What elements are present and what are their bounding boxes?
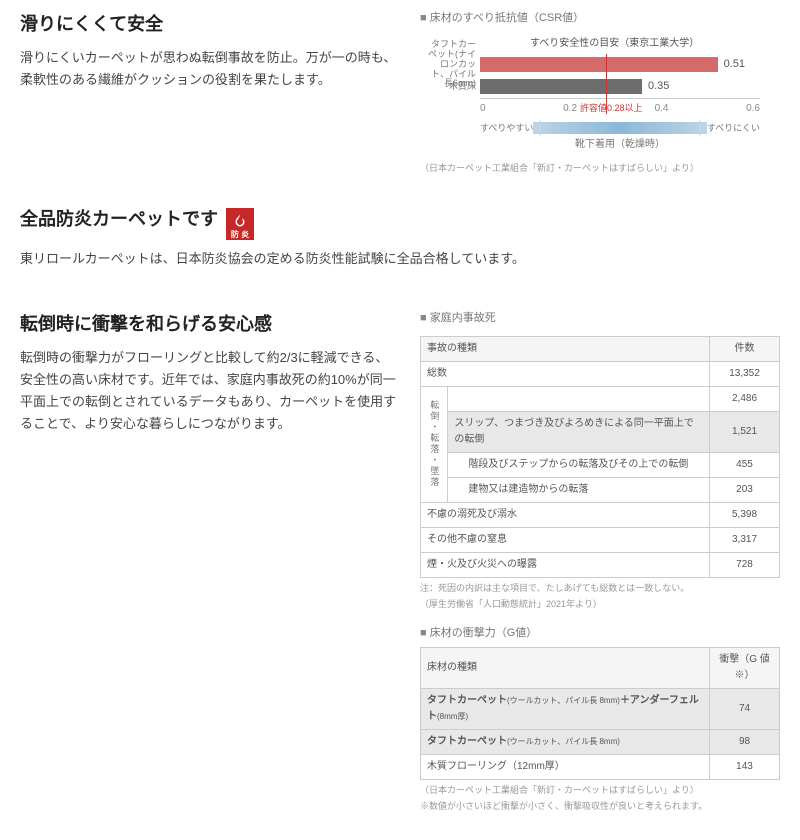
t2r1s3: (8mm厚) bbox=[437, 712, 468, 721]
r8b: 728 bbox=[710, 552, 780, 577]
table-row: 階段及びステップからの転落及びその上での転倒455 bbox=[421, 452, 780, 477]
bar-track-0: 0.51 bbox=[480, 57, 760, 72]
section1-text: 滑りにくくて安全 滑りにくいカーペットが思わぬ転倒事故を防止。万が一の時も、柔軟… bbox=[20, 10, 400, 175]
t2r2a: タフトカーペット bbox=[427, 736, 507, 747]
t1-h2: 件数 bbox=[710, 336, 780, 361]
t2r3a: 木質フローリング（12mm厚） bbox=[421, 754, 710, 779]
r2a bbox=[448, 386, 710, 411]
rotate-label: 転倒・転落・墜落 bbox=[421, 386, 448, 502]
r3b: 1,521 bbox=[710, 411, 780, 452]
arrow-caption: 靴下着用（乾燥時） bbox=[480, 137, 760, 153]
s3-tables: 家庭内事故死 事故の種類件数 総数13,352 転倒・転落・墜落2,486 スリ… bbox=[420, 310, 780, 813]
t2r1a: タフトカーペット bbox=[427, 695, 507, 706]
tick-1: 0.2 bbox=[563, 101, 577, 117]
bar-fill-carpet bbox=[480, 57, 718, 72]
csr-chart: 床材のすべり抵抗値（CSR値） すべり安全性の目安（東京工業大学） タフトカーペ… bbox=[420, 10, 780, 175]
r1a: 総数 bbox=[421, 361, 710, 386]
t2h2: 衝撃（G 値※） bbox=[710, 647, 780, 688]
table-row: 不慮の溺死及び溺水5,398 bbox=[421, 502, 780, 527]
table-row: 木質フローリング（12mm厚）143 bbox=[421, 754, 780, 779]
r2b: 2,486 bbox=[710, 386, 780, 411]
s3-text: 転倒時に衝撃を和らげる安心感 転倒時の衝撃力がフローリングと比較して約2/3に軽… bbox=[20, 310, 400, 813]
threshold-text: 許容値0.28以上 bbox=[580, 101, 643, 115]
bar-label-1: 木質床 bbox=[425, 82, 480, 92]
fire-icon-text: 防 炎 bbox=[231, 231, 249, 240]
flame-icon bbox=[231, 213, 249, 231]
t1-note1: 注：死因の内訳は主な項目で、たしあげても総数とは一致しない。 bbox=[420, 582, 780, 595]
s1-title: 滑りにくくて安全 bbox=[20, 10, 400, 39]
section-fire-resistant: 全品防炎カーペットです 防 炎 東リロールカーペットは、日本防炎協会の定める防炎… bbox=[20, 205, 780, 270]
s2-title: 全品防炎カーペットです bbox=[20, 205, 218, 234]
t2-header-row: 床材の種類衝撃（G 値※） bbox=[421, 647, 780, 688]
table-row: 煙・火及び火災への曝露728 bbox=[421, 552, 780, 577]
t1-note2: （厚生労働省「人口動態統計」2021年より） bbox=[420, 598, 780, 611]
r8a: 煙・火及び火災への曝露 bbox=[421, 552, 710, 577]
r5b: 203 bbox=[710, 477, 780, 502]
r1b: 13,352 bbox=[710, 361, 780, 386]
r3a: スリップ、つまづき及びよろめきによる同一平面上での転倒 bbox=[448, 411, 710, 452]
table-row: 建物又は建造物からの転落203 bbox=[421, 477, 780, 502]
arrow-left-icon bbox=[533, 122, 620, 134]
t2-title: 床材の衝撃力（G値） bbox=[420, 625, 780, 643]
table-row: その他不慮の窒息3,317 bbox=[421, 527, 780, 552]
t2r2b: 98 bbox=[710, 729, 780, 754]
t2-note2: ※数値が小さいほど衝撃が小さく、衝撃吸収性が良いと考えられます。 bbox=[420, 800, 780, 813]
chart-area: タフトカーペット(ナイロンカット、パイル長6mm) 0.51 木質床 0.35 … bbox=[420, 54, 780, 153]
tick-0: 0 bbox=[480, 101, 486, 117]
arrows-row: すべりやすい すべりにくい bbox=[480, 121, 760, 135]
t1-header-row: 事故の種類件数 bbox=[421, 336, 780, 361]
impact-table: 床材の種類衝撃（G 値※） タフトカーペット(ウールカット、パイル長 8mm)＋… bbox=[420, 647, 780, 780]
section-impact: 転倒時に衝撃を和らげる安心感 転倒時の衝撃力がフローリングと比較して約2/3に軽… bbox=[20, 310, 780, 813]
t2h1: 床材の種類 bbox=[421, 647, 710, 688]
r6a: 不慮の溺死及び溺水 bbox=[421, 502, 710, 527]
s2-desc: 東リロールカーペットは、日本防炎協会の定める防炎性能試験に全品合格しています。 bbox=[20, 248, 780, 270]
t2r2s: (ウールカット、パイル長 8mm) bbox=[507, 737, 620, 746]
fire-resistant-icon: 防 炎 bbox=[226, 208, 254, 240]
s1-desc: 滑りにくいカーペットが思わぬ転倒事故を防止。万が一の時も、柔軟性のある繊維がクッ… bbox=[20, 47, 400, 91]
r7b: 3,317 bbox=[710, 527, 780, 552]
r4a: 階段及びステップからの転落及びその上での転倒 bbox=[448, 452, 710, 477]
arrow-right-icon bbox=[620, 122, 707, 134]
bar-value-1: 0.35 bbox=[648, 78, 669, 96]
chart-title: 床材のすべり抵抗値（CSR値） bbox=[420, 10, 780, 28]
t1-h1: 事故の種類 bbox=[421, 336, 710, 361]
r7a: その他不慮の窒息 bbox=[421, 527, 710, 552]
threshold-line bbox=[606, 54, 607, 114]
t2r1: タフトカーペット(ウールカット、パイル長 8mm)＋アンダーフェルト(8mm厚) bbox=[421, 688, 710, 729]
r5a: 建物又は建造物からの転落 bbox=[448, 477, 710, 502]
t2r2: タフトカーペット(ウールカット、パイル長 8mm) bbox=[421, 729, 710, 754]
t2-note1: （日本カーペット工業組合「新訂・カーペットはすばらしい」より） bbox=[420, 784, 780, 797]
s3-title: 転倒時に衝撃を和らげる安心感 bbox=[20, 310, 400, 339]
table-row: 総数13,352 bbox=[421, 361, 780, 386]
accident-table: 事故の種類件数 総数13,352 転倒・転落・墜落2,486 スリップ、つまづき… bbox=[420, 336, 780, 578]
chart-source: （日本カーペット工業組合「新訂・カーペットはすばらしい」より） bbox=[420, 161, 780, 175]
bar-fill-wood bbox=[480, 79, 642, 94]
t2r1s: (ウールカット、パイル長 8mm) bbox=[507, 696, 620, 705]
section-slip-safety: 滑りにくくて安全 滑りにくいカーペットが思わぬ転倒事故を防止。万が一の時も、柔軟… bbox=[20, 10, 780, 175]
table-row-highlight: スリップ、つまづき及びよろめきによる同一平面上での転倒1,521 bbox=[421, 411, 780, 452]
t1-title: 家庭内事故死 bbox=[420, 310, 780, 328]
r4b: 455 bbox=[710, 452, 780, 477]
s2-header: 全品防炎カーペットです 防 炎 bbox=[20, 205, 780, 242]
t2r1b: 74 bbox=[710, 688, 780, 729]
table-row: タフトカーペット(ウールカット、パイル長 8mm)98 bbox=[421, 729, 780, 754]
table-row: タフトカーペット(ウールカット、パイル長 8mm)＋アンダーフェルト(8mm厚)… bbox=[421, 688, 780, 729]
bar-value-0: 0.51 bbox=[724, 56, 745, 74]
r6b: 5,398 bbox=[710, 502, 780, 527]
s3-desc: 転倒時の衝撃力がフローリングと比較して約2/3に軽減できる、安全性の高い床材です… bbox=[20, 347, 400, 435]
tick-3: 0.6 bbox=[746, 101, 760, 117]
bar-row-carpet: タフトカーペット(ナイロンカット、パイル長6mm) 0.51 bbox=[425, 54, 780, 76]
x-axis: 0 0.2 許容値0.28以上 0.4 0.6 bbox=[480, 98, 760, 117]
table-row: 転倒・転落・墜落2,486 bbox=[421, 386, 780, 411]
bar-track-1: 0.35 bbox=[480, 79, 760, 94]
t2r3b: 143 bbox=[710, 754, 780, 779]
tick-2: 0.4 bbox=[655, 101, 669, 117]
